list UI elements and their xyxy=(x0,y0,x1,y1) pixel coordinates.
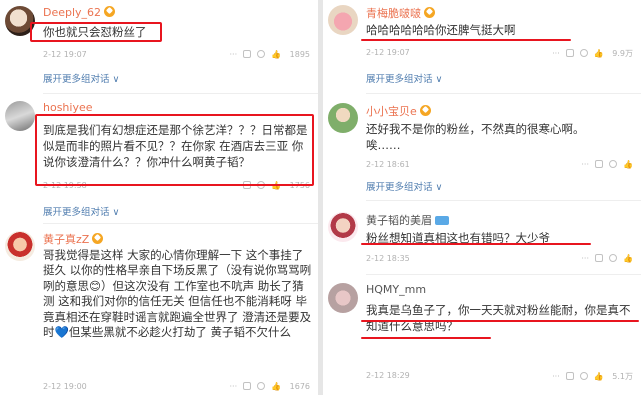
username[interactable]: 青梅脆啵啵 xyxy=(366,5,435,21)
comment-date: 2-12 18:29 xyxy=(366,371,410,380)
comment-date: 2-12 19:07 xyxy=(43,50,87,59)
comment-text: 我真是乌鱼子了，你一天天就对粉丝能耐，你是真不知道什么意思吗？ xyxy=(366,303,631,333)
username[interactable]: HQMY_mm xyxy=(366,283,426,296)
like-count: 1895 xyxy=(289,50,310,59)
comment-item: 黄子真zZ 哥我觉得是这样 大家的心情你理解一下 这个事挂了挺久 以你的性格早亲… xyxy=(0,225,318,395)
vip-badge-icon xyxy=(435,216,449,225)
comment-meta: 2-12 19:07 ··· 👍 1895 xyxy=(43,50,310,60)
avatar[interactable] xyxy=(328,212,358,242)
like-icon[interactable]: 👍 xyxy=(623,160,633,169)
like-count: 9.9万 xyxy=(612,49,633,58)
like-icon[interactable]: 👍 xyxy=(594,49,604,58)
annotation-underline xyxy=(361,39,571,41)
comment-item: 小小宝贝e 还好我不是你的粉丝，不然真的很寒心啊。 唉…… 2-12 18:61… xyxy=(323,96,641,204)
share-icon[interactable] xyxy=(565,372,574,380)
annotation-underline xyxy=(361,243,591,245)
comment-text: 哥我觉得是这样 大家的心情你理解一下 这个事挂了挺久 以你的性格早亲自下场反黑了… xyxy=(43,248,312,340)
username[interactable]: Deeply_62 xyxy=(43,6,116,19)
avatar[interactable] xyxy=(5,231,35,261)
share-icon[interactable] xyxy=(243,382,252,390)
vip-badge-icon xyxy=(419,105,431,116)
expand-replies-link[interactable]: 展开更多组对话 ∨ xyxy=(43,204,119,218)
like-count: 1676 xyxy=(289,382,310,391)
comment-icon[interactable] xyxy=(579,49,588,57)
comment-icon[interactable] xyxy=(257,50,266,58)
comment-item: HQMY_mm 我真是乌鱼子了，你一天天就对粉丝能耐，你是真不知道什么意思吗？ … xyxy=(323,275,641,395)
comment-icon[interactable] xyxy=(579,372,588,380)
expand-replies-link[interactable]: 展开更多组对话 ∨ xyxy=(43,71,119,85)
divider xyxy=(366,93,641,94)
username[interactable]: 黄子韬的美眉 xyxy=(366,212,449,228)
more-icon[interactable]: ··· xyxy=(552,372,560,381)
username[interactable]: hoshiyee xyxy=(43,101,93,114)
comment-text: 哈哈哈哈哈哈你还脾气挺大啊 xyxy=(366,23,516,37)
divider xyxy=(43,223,318,224)
divider xyxy=(43,93,318,94)
share-icon[interactable] xyxy=(243,50,252,58)
vip-badge-icon xyxy=(104,6,116,17)
comment-meta: 2-12 18:35 ··· 👍 xyxy=(366,254,633,264)
like-icon[interactable]: 👍 xyxy=(594,372,604,381)
comment-icon[interactable] xyxy=(257,382,266,390)
annotation-underline xyxy=(361,320,639,322)
avatar[interactable] xyxy=(328,283,358,313)
comment-meta: 2-12 18:29 ··· 👍 5.1万 xyxy=(366,371,633,381)
avatar[interactable] xyxy=(328,5,358,35)
username[interactable]: 小小宝贝e xyxy=(366,103,431,119)
right-comment-column: 青梅脆啵啵 哈哈哈哈哈哈你还脾气挺大啊 2-12 19:07 ··· 👍 9.9万… xyxy=(323,0,641,395)
expand-replies-link[interactable]: 展开更多组对话 ∨ xyxy=(366,179,442,193)
annotation-box xyxy=(35,114,314,186)
like-icon[interactable]: 👍 xyxy=(271,50,281,59)
like-icon[interactable]: 👍 xyxy=(271,382,281,391)
share-icon[interactable] xyxy=(595,254,604,262)
share-icon[interactable] xyxy=(565,49,574,57)
comment-meta: 2-12 19:07 ··· 👍 9.9万 xyxy=(366,48,633,58)
comment-meta: 2-12 18:61 ··· 👍 xyxy=(366,160,633,170)
username[interactable]: 黄子真zZ xyxy=(43,231,104,247)
comment-icon[interactable] xyxy=(609,254,618,262)
like-icon[interactable]: 👍 xyxy=(623,254,633,263)
comment-date: 2-12 18:35 xyxy=(366,254,410,263)
avatar[interactable] xyxy=(5,101,35,131)
left-comment-column: Deeply_62 你也就只会怼粉丝了 2-12 19:07 ··· 👍 1895… xyxy=(0,0,318,395)
comment-item: Deeply_62 你也就只会怼粉丝了 2-12 19:07 ··· 👍 1895… xyxy=(0,0,318,95)
annotation-box xyxy=(30,22,162,42)
comment-date: 2-12 18:61 xyxy=(366,160,410,169)
more-icon[interactable]: ··· xyxy=(229,382,237,391)
comment-text: 还好我不是你的粉丝，不然真的很寒心啊。 唉…… xyxy=(366,122,585,152)
avatar[interactable] xyxy=(328,103,358,133)
share-icon[interactable] xyxy=(595,160,604,168)
comment-item: 青梅脆啵啵 哈哈哈哈哈哈你还脾气挺大啊 2-12 19:07 ··· 👍 9.9万… xyxy=(323,0,641,96)
annotation-underline xyxy=(361,337,491,339)
vip-badge-icon xyxy=(424,7,435,18)
comment-date: 2-12 19:00 xyxy=(43,382,87,391)
vip-badge-icon xyxy=(92,233,104,244)
more-icon[interactable]: ··· xyxy=(552,49,560,58)
more-icon[interactable]: ··· xyxy=(229,50,237,59)
more-icon[interactable]: ··· xyxy=(581,160,589,169)
comment-icon[interactable] xyxy=(609,160,618,168)
comment-date: 2-12 19:07 xyxy=(366,48,410,57)
divider xyxy=(366,200,641,201)
expand-replies-link[interactable]: 展开更多组对话 ∨ xyxy=(366,71,442,85)
like-count: 5.1万 xyxy=(612,372,633,381)
more-icon[interactable]: ··· xyxy=(581,254,589,263)
comment-meta: 2-12 19:00 ··· 👍 1676 xyxy=(43,382,310,392)
